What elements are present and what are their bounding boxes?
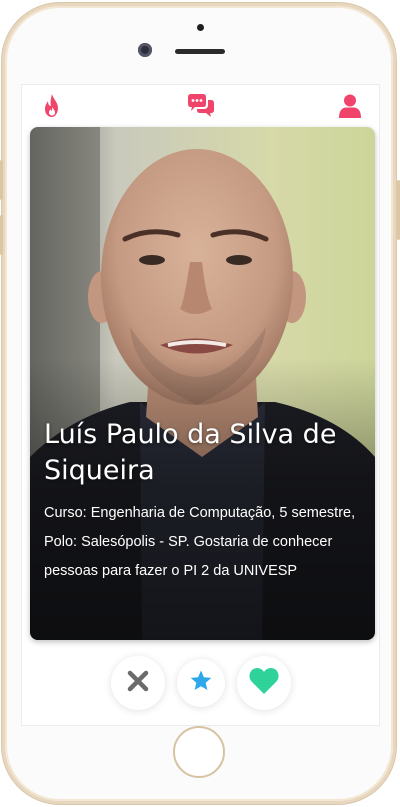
chat-bubbles-icon[interactable]: [186, 93, 216, 119]
heart-icon: [249, 667, 279, 699]
top-navigation: [22, 85, 379, 125]
star-icon: [189, 669, 213, 697]
superlike-button[interactable]: [177, 659, 225, 707]
profile-bio: Curso: Engenharia de Computação, 5 semes…: [44, 505, 356, 579]
front-camera: [138, 43, 152, 57]
profile-name: Luís Paulo da Silva de Siqueira: [44, 419, 337, 486]
action-bar: [22, 655, 379, 715]
volume-button: [0, 160, 3, 200]
earpiece-speaker: [175, 49, 225, 54]
profile-card[interactable]: Luís Paulo da Silva de Siqueira Curso: E…: [30, 127, 375, 640]
like-button[interactable]: [237, 656, 291, 710]
dislike-button[interactable]: [111, 656, 165, 710]
sensor-dot: [197, 24, 204, 31]
profile-info: Luís Paulo da Silva de Siqueira Curso: E…: [30, 407, 375, 640]
close-icon: [127, 670, 149, 696]
flame-icon[interactable]: [39, 93, 65, 119]
volume-button: [0, 215, 3, 255]
home-button[interactable]: [173, 726, 225, 778]
app-screen: Luís Paulo da Silva de Siqueira Curso: E…: [22, 85, 379, 725]
user-icon[interactable]: [337, 93, 363, 119]
